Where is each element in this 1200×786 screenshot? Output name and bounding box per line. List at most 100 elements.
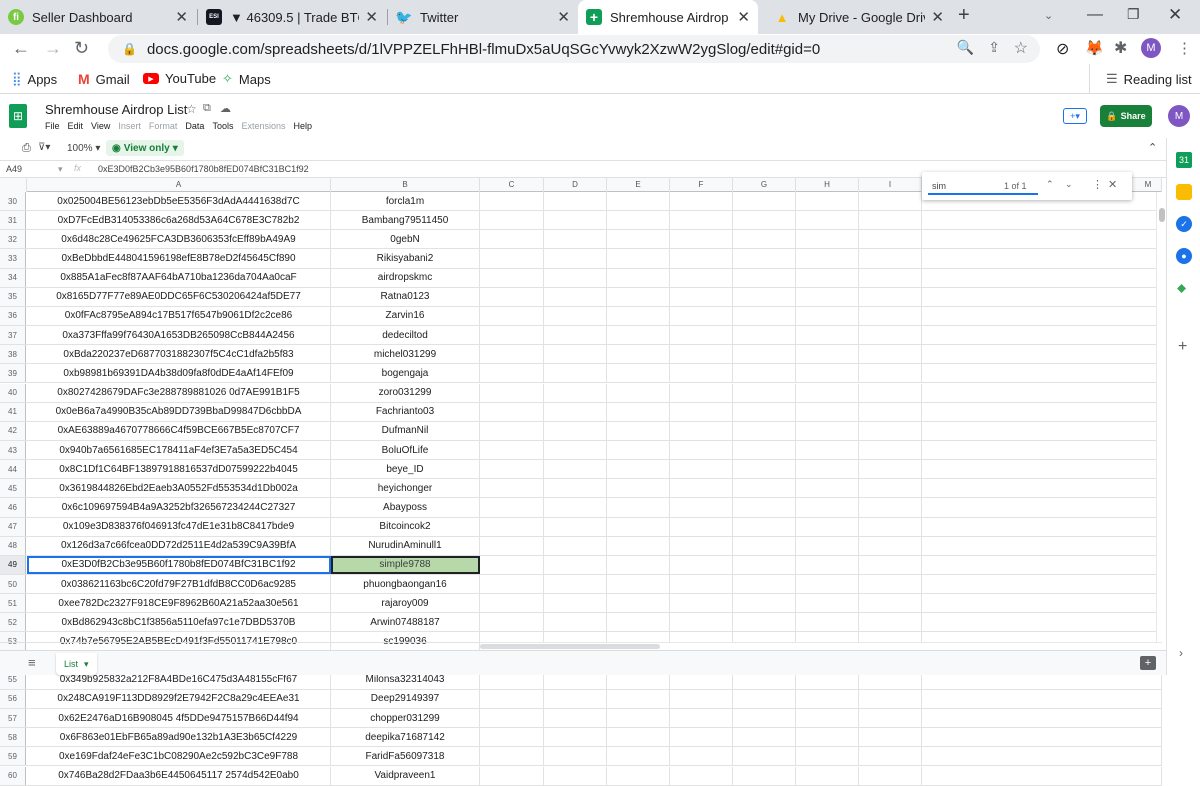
empty-cell[interactable] <box>859 766 922 785</box>
row-header[interactable]: 48 <box>0 536 26 555</box>
empty-cell[interactable] <box>733 230 796 249</box>
empty-cell[interactable] <box>733 613 796 632</box>
cell-wallet-address[interactable]: 0x6F863e01EbFB65a89ad90e132b1A3E3b65Cf42… <box>27 728 331 747</box>
row-header[interactable]: 47 <box>0 517 26 536</box>
row-header[interactable]: 39 <box>0 364 26 383</box>
empty-cell[interactable] <box>733 440 796 460</box>
cell-username[interactable]: bogengaja <box>331 364 480 383</box>
empty-cell[interactable] <box>607 498 670 517</box>
row-header[interactable]: 31 <box>0 211 26 230</box>
restore-button[interactable]: ❐ <box>1127 6 1140 23</box>
empty-cell[interactable] <box>733 766 796 785</box>
empty-cell[interactable] <box>859 249 922 268</box>
empty-cell[interactable] <box>859 689 922 709</box>
empty-cell[interactable] <box>670 287 733 306</box>
account-avatar[interactable]: M <box>1168 105 1190 127</box>
reload-icon[interactable]: ↻ <box>74 38 89 59</box>
vertical-scrollbar[interactable] <box>1156 192 1166 642</box>
empty-cell[interactable] <box>859 287 922 306</box>
filter-icon[interactable]: ⊽▾ <box>38 142 50 153</box>
cell-username[interactable]: Abayposs <box>331 498 480 517</box>
empty-cell[interactable] <box>544 517 607 536</box>
empty-cell[interactable] <box>859 613 922 632</box>
cell-wallet-address[interactable]: 0x0fFAc8795eA894c17B517f6547b9061Df2c2ce… <box>27 306 331 326</box>
empty-cell[interactable] <box>670 192 733 211</box>
empty-cell[interactable] <box>607 326 670 345</box>
empty-cell[interactable] <box>480 192 544 211</box>
empty-cell[interactable] <box>607 306 670 326</box>
cell-username[interactable]: Arwin07488187 <box>331 613 480 632</box>
cell-username[interactable]: Bambang79511450 <box>331 211 480 230</box>
empty-cell[interactable] <box>796 383 859 402</box>
row-header[interactable]: 46 <box>0 498 26 517</box>
forward-icon[interactable]: → <box>44 38 62 59</box>
empty-cell[interactable] <box>670 766 733 785</box>
empty-cell[interactable] <box>480 517 544 536</box>
find-options-icon[interactable]: ⋮ <box>1092 178 1103 191</box>
empty-cell[interactable] <box>733 192 796 211</box>
empty-cell[interactable] <box>607 421 670 440</box>
empty-cell[interactable] <box>733 306 796 326</box>
empty-cell[interactable] <box>670 517 733 536</box>
empty-cell[interactable] <box>670 479 733 498</box>
cell-username[interactable]: Deep29149397 <box>331 689 480 709</box>
empty-cell[interactable] <box>733 249 796 268</box>
cell-username[interactable]: Rikisyabani2 <box>331 249 480 268</box>
row-header[interactable]: 30 <box>0 192 26 211</box>
empty-cell[interactable] <box>670 728 733 747</box>
profile-avatar[interactable]: M <box>1141 38 1161 58</box>
cell-wallet-address[interactable]: 0xBda220237eD6877031882307f5C4cC1dfa2b5f… <box>27 345 331 364</box>
empty-cell[interactable] <box>859 326 922 345</box>
name-box[interactable]: A49 <box>6 164 22 174</box>
empty-cell[interactable] <box>480 402 544 421</box>
row-header[interactable]: 52 <box>0 613 26 632</box>
address-bar[interactable]: 🔒 docs.google.com/spreadsheets/d/1lVPPZE… <box>108 35 1040 63</box>
empty-cell[interactable] <box>859 230 922 249</box>
minimize-button[interactable]: — <box>1087 6 1103 24</box>
empty-cell[interactable] <box>607 440 670 460</box>
new-tab-button[interactable]: + <box>958 4 970 27</box>
row-header[interactable]: 49 <box>0 555 26 574</box>
row-header[interactable]: 59 <box>0 747 26 766</box>
empty-cell[interactable] <box>480 306 544 326</box>
column-header-c[interactable]: C <box>480 178 544 192</box>
empty-cell[interactable] <box>480 383 544 402</box>
share-page-icon[interactable]: ⇪ <box>988 39 1000 56</box>
empty-cell[interactable] <box>796 268 859 287</box>
cell-wallet-address[interactable]: 0x885A1aFec8f87AAF64bA710ba1236da704Aa0c… <box>27 268 331 287</box>
find-next-icon[interactable]: ⌄ <box>1065 179 1073 190</box>
tab-shremhouse-airdrop[interactable]: + Shremhouse Airdrop List ✕ <box>578 0 758 34</box>
empty-cell[interactable] <box>670 460 733 479</box>
name-box-dropdown-icon[interactable]: ▾ <box>58 164 63 175</box>
empty-cell[interactable] <box>480 479 544 498</box>
empty-cell[interactable] <box>796 517 859 536</box>
cell-wallet-address[interactable]: 0x109e3D838376f046913fc47dE1e31b8C8417bd… <box>27 517 331 536</box>
empty-cell[interactable] <box>796 287 859 306</box>
empty-cell[interactable] <box>607 766 670 785</box>
view-only-button[interactable]: ◉ View only ▾ <box>106 140 184 156</box>
tab-trade[interactable]: ESI ▼ 46309.5 | Trade BTCUSD ✕ <box>198 0 386 34</box>
cell-wallet-address[interactable]: 0x0eB6a7a4990B35cAb89DD739BbaD99847D6cbb… <box>27 402 331 421</box>
empty-cell[interactable] <box>480 364 544 383</box>
empty-cell[interactable] <box>480 498 544 517</box>
add-addon-icon[interactable]: + <box>1178 338 1187 356</box>
cell-wallet-address[interactable]: 0x940b7a6561685EC178411aF4ef3E7a5a3ED5C4… <box>27 440 331 460</box>
empty-cell[interactable] <box>733 555 796 574</box>
empty-cell[interactable] <box>859 728 922 747</box>
empty-cell[interactable] <box>796 747 859 766</box>
empty-cell[interactable] <box>859 536 922 555</box>
empty-cell[interactable] <box>859 555 922 574</box>
menu-data[interactable]: Data <box>185 121 204 131</box>
document-title[interactable]: Shremhouse Airdrop List <box>45 102 187 117</box>
empty-cell[interactable] <box>859 460 922 479</box>
empty-cell[interactable] <box>480 689 544 709</box>
empty-cell[interactable] <box>607 460 670 479</box>
empty-cell[interactable] <box>480 211 544 230</box>
empty-cell[interactable] <box>544 689 607 709</box>
row-header[interactable]: 50 <box>0 575 26 594</box>
empty-cell[interactable] <box>670 306 733 326</box>
empty-cell[interactable] <box>544 728 607 747</box>
empty-cell[interactable] <box>607 287 670 306</box>
row-header[interactable]: 32 <box>0 230 26 249</box>
column-header-a[interactable]: A <box>27 178 331 192</box>
